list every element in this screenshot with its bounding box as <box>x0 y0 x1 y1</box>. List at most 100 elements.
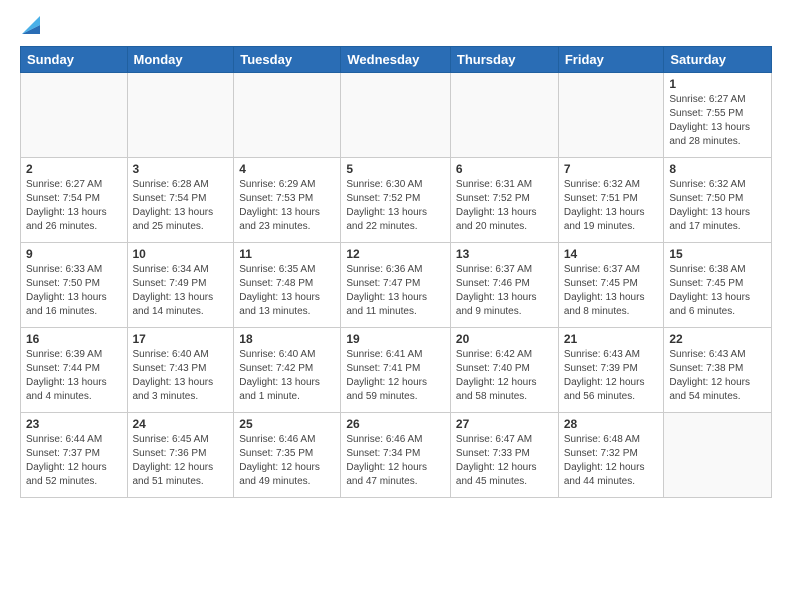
day-info: Sunrise: 6:31 AM Sunset: 7:52 PM Dayligh… <box>456 178 553 234</box>
day-number: 7 <box>564 162 659 176</box>
day-cell: 3 Sunrise: 6:28 AM Sunset: 7:54 PM Daylig… <box>127 158 234 243</box>
day-info: Sunrise: 6:30 AM Sunset: 7:52 PM Dayligh… <box>346 178 445 234</box>
day-info: Sunrise: 6:39 AM Sunset: 7:44 PM Dayligh… <box>26 348 122 404</box>
day-number: 10 <box>133 247 229 261</box>
day-info: Sunrise: 6:27 AM Sunset: 7:54 PM Dayligh… <box>26 178 122 234</box>
day-cell: 10 Sunrise: 6:34 AM Sunset: 7:49 PM Dayli… <box>127 243 234 328</box>
day-cell: 23 Sunrise: 6:44 AM Sunset: 7:37 PM Dayli… <box>21 413 128 498</box>
day-cell <box>450 73 558 158</box>
week-row-5: 23 Sunrise: 6:44 AM Sunset: 7:37 PM Dayli… <box>21 413 772 498</box>
day-header-monday: Monday <box>127 47 234 73</box>
day-cell: 7 Sunrise: 6:32 AM Sunset: 7:51 PM Daylig… <box>558 158 664 243</box>
day-header-thursday: Thursday <box>450 47 558 73</box>
day-number: 9 <box>26 247 122 261</box>
week-row-2: 2 Sunrise: 6:27 AM Sunset: 7:54 PM Daylig… <box>21 158 772 243</box>
day-cell <box>127 73 234 158</box>
day-number: 28 <box>564 417 659 431</box>
day-info: Sunrise: 6:42 AM Sunset: 7:40 PM Dayligh… <box>456 348 553 404</box>
day-cell: 4 Sunrise: 6:29 AM Sunset: 7:53 PM Daylig… <box>234 158 341 243</box>
day-number: 4 <box>239 162 335 176</box>
day-cell: 13 Sunrise: 6:37 AM Sunset: 7:46 PM Dayli… <box>450 243 558 328</box>
day-info: Sunrise: 6:46 AM Sunset: 7:34 PM Dayligh… <box>346 433 445 489</box>
day-info: Sunrise: 6:46 AM Sunset: 7:35 PM Dayligh… <box>239 433 335 489</box>
day-cell: 16 Sunrise: 6:39 AM Sunset: 7:44 PM Dayli… <box>21 328 128 413</box>
day-info: Sunrise: 6:36 AM Sunset: 7:47 PM Dayligh… <box>346 263 445 319</box>
day-number: 13 <box>456 247 553 261</box>
day-info: Sunrise: 6:27 AM Sunset: 7:55 PM Dayligh… <box>669 93 766 149</box>
day-number: 19 <box>346 332 445 346</box>
day-cell: 28 Sunrise: 6:48 AM Sunset: 7:32 PM Dayli… <box>558 413 664 498</box>
day-info: Sunrise: 6:43 AM Sunset: 7:38 PM Dayligh… <box>669 348 766 404</box>
day-number: 18 <box>239 332 335 346</box>
day-info: Sunrise: 6:41 AM Sunset: 7:41 PM Dayligh… <box>346 348 445 404</box>
day-number: 17 <box>133 332 229 346</box>
day-cell: 8 Sunrise: 6:32 AM Sunset: 7:50 PM Daylig… <box>664 158 772 243</box>
day-cell: 22 Sunrise: 6:43 AM Sunset: 7:38 PM Dayli… <box>664 328 772 413</box>
day-cell: 21 Sunrise: 6:43 AM Sunset: 7:39 PM Dayli… <box>558 328 664 413</box>
day-header-sunday: Sunday <box>21 47 128 73</box>
day-header-wednesday: Wednesday <box>341 47 451 73</box>
day-number: 3 <box>133 162 229 176</box>
day-info: Sunrise: 6:28 AM Sunset: 7:54 PM Dayligh… <box>133 178 229 234</box>
day-info: Sunrise: 6:40 AM Sunset: 7:43 PM Dayligh… <box>133 348 229 404</box>
day-cell: 20 Sunrise: 6:42 AM Sunset: 7:40 PM Dayli… <box>450 328 558 413</box>
day-number: 2 <box>26 162 122 176</box>
day-info: Sunrise: 6:32 AM Sunset: 7:51 PM Dayligh… <box>564 178 659 234</box>
day-info: Sunrise: 6:29 AM Sunset: 7:53 PM Dayligh… <box>239 178 335 234</box>
day-number: 5 <box>346 162 445 176</box>
day-cell <box>558 73 664 158</box>
day-number: 25 <box>239 417 335 431</box>
day-cell: 14Sunrise: 6:37 AM Sunset: 7:45 PM Dayli… <box>558 243 664 328</box>
day-cell: 26Sunrise: 6:46 AM Sunset: 7:34 PM Dayli… <box>341 413 451 498</box>
day-cell: 1Sunrise: 6:27 AM Sunset: 7:55 PM Daylig… <box>664 73 772 158</box>
day-cell: 2 Sunrise: 6:27 AM Sunset: 7:54 PM Daylig… <box>21 158 128 243</box>
day-number: 12 <box>346 247 445 261</box>
day-number: 15 <box>669 247 766 261</box>
day-number: 8 <box>669 162 766 176</box>
day-cell <box>341 73 451 158</box>
day-info: Sunrise: 6:35 AM Sunset: 7:48 PM Dayligh… <box>239 263 335 319</box>
day-cell: 25 Sunrise: 6:46 AM Sunset: 7:35 PM Dayli… <box>234 413 341 498</box>
day-info: Sunrise: 6:32 AM Sunset: 7:50 PM Dayligh… <box>669 178 766 234</box>
day-cell: 9 Sunrise: 6:33 AM Sunset: 7:50 PM Daylig… <box>21 243 128 328</box>
header <box>20 18 772 36</box>
day-info: Sunrise: 6:33 AM Sunset: 7:50 PM Dayligh… <box>26 263 122 319</box>
logo <box>20 18 40 36</box>
day-number: 22 <box>669 332 766 346</box>
day-header-friday: Friday <box>558 47 664 73</box>
day-number: 11 <box>239 247 335 261</box>
day-number: 23 <box>26 417 122 431</box>
day-info: Sunrise: 6:34 AM Sunset: 7:49 PM Dayligh… <box>133 263 229 319</box>
day-cell <box>664 413 772 498</box>
day-cell <box>234 73 341 158</box>
day-number: 20 <box>456 332 553 346</box>
week-row-1: 1Sunrise: 6:27 AM Sunset: 7:55 PM Daylig… <box>21 73 772 158</box>
day-cell: 19 Sunrise: 6:41 AM Sunset: 7:41 PM Dayli… <box>341 328 451 413</box>
day-number: 21 <box>564 332 659 346</box>
day-info: Sunrise: 6:47 AM Sunset: 7:33 PM Dayligh… <box>456 433 553 489</box>
day-cell: 5 Sunrise: 6:30 AM Sunset: 7:52 PM Daylig… <box>341 158 451 243</box>
day-number: 27 <box>456 417 553 431</box>
week-row-3: 9 Sunrise: 6:33 AM Sunset: 7:50 PM Daylig… <box>21 243 772 328</box>
day-number: 14 <box>564 247 659 261</box>
day-info: Sunrise: 6:40 AM Sunset: 7:42 PM Dayligh… <box>239 348 335 404</box>
day-cell: 15 Sunrise: 6:38 AM Sunset: 7:45 PM Dayli… <box>664 243 772 328</box>
day-info: Sunrise: 6:38 AM Sunset: 7:45 PM Dayligh… <box>669 263 766 319</box>
day-info: Sunrise: 6:48 AM Sunset: 7:32 PM Dayligh… <box>564 433 659 489</box>
calendar-header-row: SundayMondayTuesdayWednesdayThursdayFrid… <box>21 47 772 73</box>
day-number: 24 <box>133 417 229 431</box>
day-header-saturday: Saturday <box>664 47 772 73</box>
day-header-tuesday: Tuesday <box>234 47 341 73</box>
day-cell: 24 Sunrise: 6:45 AM Sunset: 7:36 PM Dayli… <box>127 413 234 498</box>
day-number: 16 <box>26 332 122 346</box>
week-row-4: 16 Sunrise: 6:39 AM Sunset: 7:44 PM Dayli… <box>21 328 772 413</box>
day-info: Sunrise: 6:44 AM Sunset: 7:37 PM Dayligh… <box>26 433 122 489</box>
day-info: Sunrise: 6:37 AM Sunset: 7:46 PM Dayligh… <box>456 263 553 319</box>
page: SundayMondayTuesdayWednesdayThursdayFrid… <box>0 0 792 508</box>
logo-icon <box>22 16 40 34</box>
day-cell: 17 Sunrise: 6:40 AM Sunset: 7:43 PM Dayli… <box>127 328 234 413</box>
day-info: Sunrise: 6:43 AM Sunset: 7:39 PM Dayligh… <box>564 348 659 404</box>
day-cell: 18 Sunrise: 6:40 AM Sunset: 7:42 PM Dayli… <box>234 328 341 413</box>
day-cell: 11 Sunrise: 6:35 AM Sunset: 7:48 PM Dayli… <box>234 243 341 328</box>
day-info: Sunrise: 6:45 AM Sunset: 7:36 PM Dayligh… <box>133 433 229 489</box>
